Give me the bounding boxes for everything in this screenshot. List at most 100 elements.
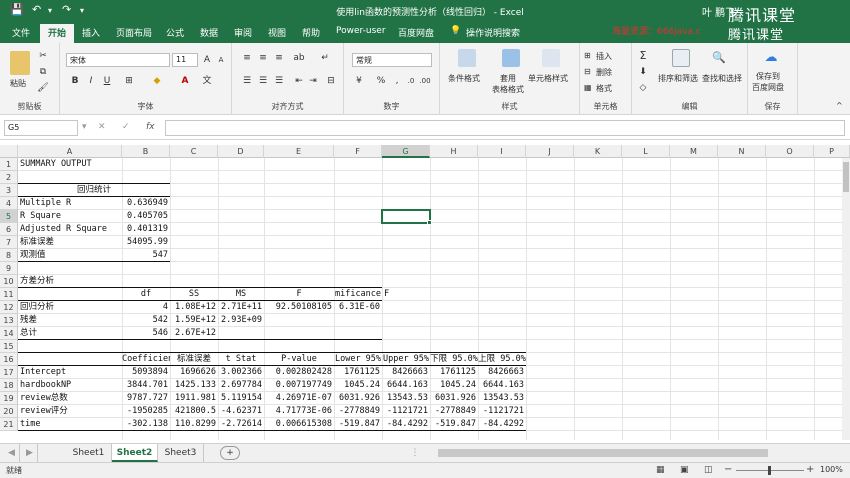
decrease-indent-icon[interactable]: ⇤ — [292, 74, 306, 88]
cell-a17[interactable]: Intercept — [20, 366, 122, 379]
sheet-tab-sheet3[interactable]: Sheet3 — [158, 444, 204, 462]
align-bottom-icon[interactable]: ≡ — [272, 51, 286, 65]
format-cells-icon[interactable]: ▦ — [584, 83, 592, 92]
redo-icon[interactable]: ↷ — [62, 3, 71, 16]
cell-g20[interactable]: -1121721 — [382, 405, 428, 418]
format-painter-icon[interactable]: 🖌 — [36, 81, 50, 95]
cell-b13[interactable]: 542 — [122, 314, 168, 327]
cell-d18[interactable]: 2.697784 — [218, 379, 262, 392]
cell-styles-button[interactable]: 单元格样式 — [528, 73, 568, 84]
row-header[interactable]: 15 — [0, 340, 18, 353]
cell-a6[interactable]: Adjusted R Square — [20, 223, 122, 236]
cell-e11[interactable]: F — [264, 288, 334, 301]
cell-d19[interactable]: 5.119154 — [218, 392, 262, 405]
insert-cells-button[interactable]: 插入 — [596, 51, 612, 62]
delete-cells-button[interactable]: 删除 — [596, 67, 612, 78]
cell-d20[interactable]: -4.62371 — [218, 405, 262, 418]
cell-a19[interactable]: review总数 — [20, 392, 122, 405]
decrease-font-icon[interactable]: A — [214, 53, 228, 67]
clear-icon[interactable]: ◇ — [636, 81, 650, 95]
horizontal-scrollbar[interactable] — [424, 448, 804, 458]
row-header[interactable]: 2 — [0, 171, 18, 184]
collapse-ribbon-icon[interactable]: ^ — [836, 101, 843, 110]
cell-h16[interactable]: 下限 95.0% — [430, 353, 478, 366]
cell-a20[interactable]: review评分 — [20, 405, 122, 418]
save-baidu-button[interactable]: 保存到 百度网盘 — [752, 71, 784, 93]
cell-g17[interactable]: 8426663 — [382, 366, 428, 379]
cell-f16[interactable]: Lower 95% — [334, 353, 382, 366]
phonetic-icon[interactable]: 文 — [200, 74, 214, 88]
zoom-level[interactable]: 100% — [820, 465, 843, 474]
wrap-text-icon[interactable]: ↵ — [318, 51, 332, 65]
insert-cells-icon[interactable]: ⊞ — [584, 51, 591, 60]
cell-f18[interactable]: 1045.24 — [334, 379, 380, 392]
tell-me-search[interactable]: 操作说明搜索 — [466, 26, 520, 39]
row-header[interactable]: 16 — [0, 353, 18, 366]
zoom-in-icon[interactable]: + — [806, 464, 814, 475]
comma-icon[interactable]: , — [390, 74, 404, 88]
delete-cells-icon[interactable]: ⊟ — [584, 67, 591, 76]
sort-filter-icon[interactable] — [672, 49, 690, 67]
align-right-icon[interactable]: ☰ — [272, 74, 286, 88]
cell-i17[interactable]: 8426663 — [478, 366, 524, 379]
cell-f11[interactable]: mificance — [334, 288, 382, 301]
cell-d17[interactable]: 3.002366 — [218, 366, 262, 379]
row-header[interactable]: 9 — [0, 262, 18, 275]
table-format-button[interactable]: 套用 表格格式 — [492, 73, 524, 95]
add-sheet-button[interactable]: + — [220, 446, 240, 460]
sheet-tab-sheet2[interactable]: Sheet2 — [112, 444, 158, 462]
number-format-select[interactable]: 常规 — [352, 53, 432, 67]
worksheet-grid[interactable]: A B C D E F G H I J K L M N O P 1 2 3 4 … — [0, 145, 850, 440]
horizontal-scrollbar-thumb[interactable] — [438, 449, 768, 457]
tab-page-layout[interactable]: 页面布局 — [116, 26, 152, 39]
currency-icon[interactable]: ¥ — [352, 74, 366, 88]
cell-c14[interactable]: 2.67E+12 — [170, 327, 216, 340]
cell-d12[interactable]: 2.71E+11 — [218, 301, 262, 314]
tab-review[interactable]: 审阅 — [234, 26, 252, 39]
increase-indent-icon[interactable]: ⇥ — [306, 74, 320, 88]
format-cells-button[interactable]: 格式 — [596, 83, 612, 94]
tab-insert[interactable]: 插入 — [82, 26, 100, 39]
cut-icon[interactable]: ✂ — [36, 49, 50, 63]
cell-g11[interactable]: F — [384, 288, 428, 301]
paste-button[interactable]: 粘贴 — [10, 78, 26, 89]
namebox-dropdown-icon[interactable]: ▾ — [82, 122, 87, 132]
font-color-icon[interactable]: A — [178, 74, 192, 88]
vertical-scrollbar-thumb[interactable] — [843, 162, 849, 192]
vertical-scrollbar[interactable] — [842, 158, 850, 440]
cell-a18[interactable]: hardbookNP — [20, 379, 122, 392]
row-header[interactable]: 17 — [0, 366, 18, 379]
column-header-m[interactable]: M — [670, 145, 718, 158]
row-header[interactable]: 19 — [0, 392, 18, 405]
cell-i21[interactable]: -84.4292 — [478, 418, 524, 431]
tab-home[interactable]: 开始 — [40, 24, 75, 43]
cell-a3[interactable]: 回归统计 — [18, 184, 170, 197]
page-break-view-icon[interactable]: ◫ — [704, 465, 713, 475]
row-header[interactable]: 6 — [0, 223, 18, 236]
cell-b7[interactable]: 54095.99 — [122, 236, 168, 249]
column-header-n[interactable]: N — [718, 145, 766, 158]
table-format-icon[interactable] — [502, 49, 520, 67]
column-header-a[interactable]: A — [18, 145, 122, 158]
cell-b18[interactable]: 3844.701 — [122, 379, 168, 392]
cell-d21[interactable]: -2.72614 — [218, 418, 262, 431]
row-header[interactable]: 20 — [0, 405, 18, 418]
column-header-k[interactable]: K — [574, 145, 622, 158]
paste-icon[interactable] — [10, 51, 30, 75]
row-header[interactable]: 7 — [0, 236, 18, 249]
cancel-icon[interactable]: ✕ — [98, 122, 106, 132]
cell-a14[interactable]: 总计 — [20, 327, 122, 340]
cell-h19[interactable]: 6031.926 — [430, 392, 476, 405]
normal-view-icon[interactable]: ▦ — [656, 465, 665, 475]
fill-icon[interactable]: ⬇ — [636, 65, 650, 79]
copy-icon[interactable]: ⧉ — [36, 65, 50, 79]
cell-c19[interactable]: 1911.981 — [170, 392, 216, 405]
column-header-l[interactable]: L — [622, 145, 670, 158]
tab-file[interactable]: 文件 — [12, 26, 30, 39]
borders-icon[interactable]: ⊞ — [122, 74, 136, 88]
cell-e20[interactable]: 4.71773E-06 — [264, 405, 332, 418]
cell-h20[interactable]: -2778849 — [430, 405, 476, 418]
column-header-g[interactable]: G — [382, 145, 430, 158]
column-header-h[interactable]: H — [430, 145, 478, 158]
cell-c12[interactable]: 1.08E+12 — [170, 301, 216, 314]
